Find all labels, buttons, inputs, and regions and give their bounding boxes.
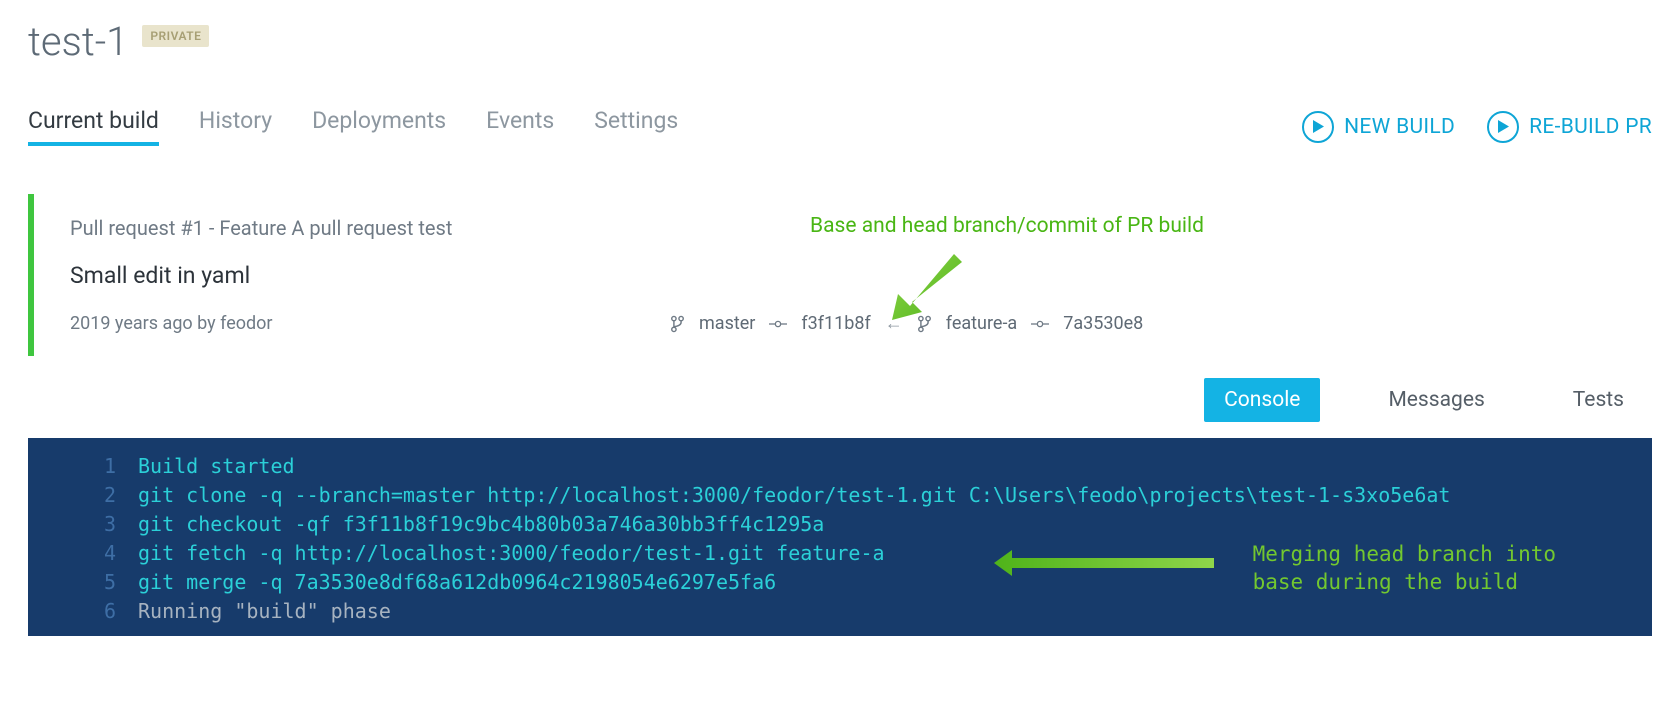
rebuild-pr-label: RE-BUILD PR [1529,115,1652,139]
line-number: 2 [28,481,138,510]
commit-message: Small edit in yaml [70,262,1652,289]
play-icon [1302,111,1334,143]
base-commit[interactable]: f3f11b8f [801,313,870,334]
line-number: 5 [28,568,138,597]
line-text: git clone -q --branch=master http://loca… [138,481,1450,510]
console-line: 2git clone -q --branch=master http://loc… [28,481,1652,510]
build-time-author: 2019 years ago by feodor [70,313,670,334]
tab-events[interactable]: Events [486,107,554,146]
line-text: git fetch -q http://localhost:3000/feodo… [138,539,885,568]
tab-history[interactable]: History [199,107,272,146]
tab-settings[interactable]: Settings [594,107,678,146]
console-line: 1Build started [28,452,1652,481]
privacy-badge: PRIVATE [142,25,209,47]
new-build-label: NEW BUILD [1344,115,1455,139]
play-icon [1487,111,1519,143]
build-card: Pull request #1 - Feature A pull request… [28,194,1652,356]
line-text: git checkout -qf f3f11b8f19c9bc4b80b03a7… [138,510,824,539]
console-output[interactable]: 1Build started2git clone -q --branch=mas… [28,438,1652,636]
line-text: git merge -q 7a3530e8df68a612db0964c2198… [138,568,776,597]
annotation-arrow-icon [994,550,1214,576]
annotation-top: Base and head branch/commit of PR build [810,214,1204,238]
tab-console[interactable]: Console [1204,378,1320,422]
line-text: Running "build" phase [138,597,391,626]
annotation-arrow-icon [882,250,972,320]
commit-icon [769,318,787,330]
head-commit[interactable]: 7a3530e8 [1063,313,1143,334]
line-number: 6 [28,597,138,626]
line-number: 4 [28,539,138,568]
project-title: test-1 [28,18,128,65]
tab-deployments[interactable]: Deployments [312,107,446,146]
annotation-bottom: Merging head branch into base during the… [1253,540,1556,597]
line-number: 1 [28,452,138,481]
base-branch[interactable]: master [699,313,755,334]
commit-icon [1031,318,1049,330]
new-build-button[interactable]: NEW BUILD [1302,111,1455,143]
line-number: 3 [28,510,138,539]
console-line: 3git checkout -qf f3f11b8f19c9bc4b80b03a… [28,510,1652,539]
line-text: Build started [138,452,295,481]
rebuild-pr-button[interactable]: RE-BUILD PR [1487,111,1652,143]
tab-tests[interactable]: Tests [1553,378,1644,422]
console-line: 6Running "build" phase [28,597,1652,626]
tab-current-build[interactable]: Current build [28,107,159,146]
main-tabs: Current build History Deployments Events… [28,107,678,146]
tab-messages[interactable]: Messages [1368,378,1504,422]
branch-icon [670,315,685,333]
output-tabs: Console Messages Tests [28,378,1652,422]
